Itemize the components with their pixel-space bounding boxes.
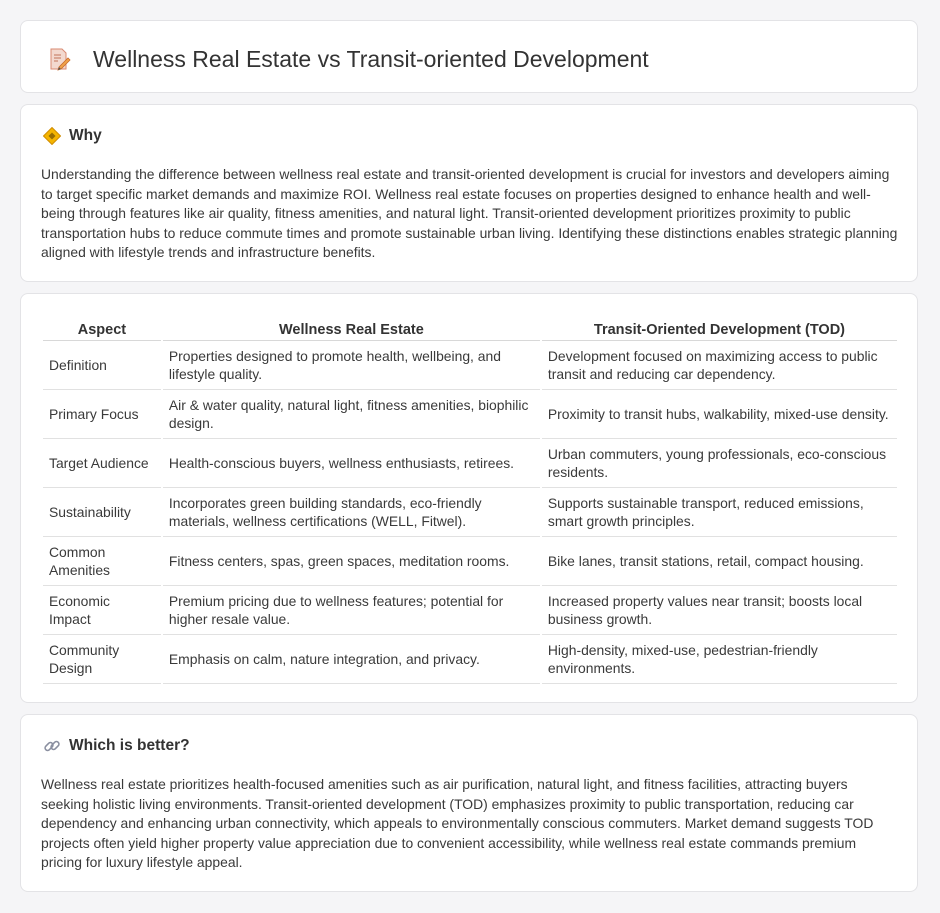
why-heading-row: Why [42, 126, 102, 146]
column-header-aspect: Aspect [43, 314, 161, 341]
row-tod: Proximity to transit hubs, walkability, … [541, 390, 897, 439]
row-wellness: Air & water quality, natural light, fitn… [162, 390, 540, 439]
row-tod: High-density, mixed-use, pedestrian-frie… [541, 635, 897, 684]
comparison-table-card: Aspect Wellness Real Estate Transit-Orie… [20, 293, 918, 703]
which-is-better-section: Which is better? Wellness real estate pr… [20, 714, 918, 892]
why-heading: Why [69, 127, 102, 144]
document-pencil-icon [47, 47, 71, 71]
table-row: Sustainability Incorporates green buildi… [43, 488, 897, 537]
row-wellness: Properties designed to promote health, w… [162, 341, 540, 390]
row-aspect: Economic Impact [43, 586, 161, 635]
table-row: Primary Focus Air & water quality, natur… [43, 390, 897, 439]
row-aspect: Definition [43, 341, 161, 390]
row-tod: Urban commuters, young professionals, ec… [541, 439, 897, 488]
why-section: Why Understanding the difference between… [20, 104, 918, 282]
row-tod: Supports sustainable transport, reduced … [541, 488, 897, 537]
comparison-table: Aspect Wellness Real Estate Transit-Orie… [41, 314, 899, 684]
row-wellness: Fitness centers, spas, green spaces, med… [162, 537, 540, 586]
row-aspect: Primary Focus [43, 390, 161, 439]
table-row: Common Amenities Fitness centers, spas, … [43, 537, 897, 586]
row-wellness: Incorporates green building standards, e… [162, 488, 540, 537]
link-icon [43, 737, 61, 755]
row-tod: Increased property values near transit; … [541, 586, 897, 635]
row-wellness: Premium pricing due to wellness features… [162, 586, 540, 635]
row-tod: Bike lanes, transit stations, retail, co… [541, 537, 897, 586]
column-header-wellness: Wellness Real Estate [162, 314, 540, 341]
row-aspect: Sustainability [43, 488, 161, 537]
column-header-tod: Transit-Oriented Development (TOD) [541, 314, 897, 341]
better-heading-row: Which is better? [43, 737, 190, 755]
row-aspect: Community Design [43, 635, 161, 684]
page-title: Wellness Real Estate vs Transit-oriented… [93, 46, 649, 72]
table-row: Definition Properties designed to promot… [43, 341, 897, 390]
table-row: Target Audience Health-conscious buyers,… [43, 439, 897, 488]
row-wellness: Health-conscious buyers, wellness enthus… [162, 439, 540, 488]
table-row: Economic Impact Premium pricing due to w… [43, 586, 897, 635]
table-header-row: Aspect Wellness Real Estate Transit-Orie… [43, 314, 897, 341]
better-text: Wellness real estate prioritizes health-… [41, 776, 874, 871]
row-aspect: Common Amenities [43, 537, 161, 586]
row-aspect: Target Audience [43, 439, 161, 488]
title-card: Wellness Real Estate vs Transit-oriented… [20, 20, 918, 93]
better-heading: Which is better? [69, 737, 190, 754]
page-header: Wellness Real Estate vs Transit-oriented… [47, 45, 649, 73]
why-text: Understanding the difference between wel… [41, 166, 898, 261]
diamond-warning-icon [42, 126, 62, 146]
row-tod: Development focused on maximizing access… [541, 341, 897, 390]
table-row: Community Design Emphasis on calm, natur… [43, 635, 897, 684]
row-wellness: Emphasis on calm, nature integration, an… [162, 635, 540, 684]
